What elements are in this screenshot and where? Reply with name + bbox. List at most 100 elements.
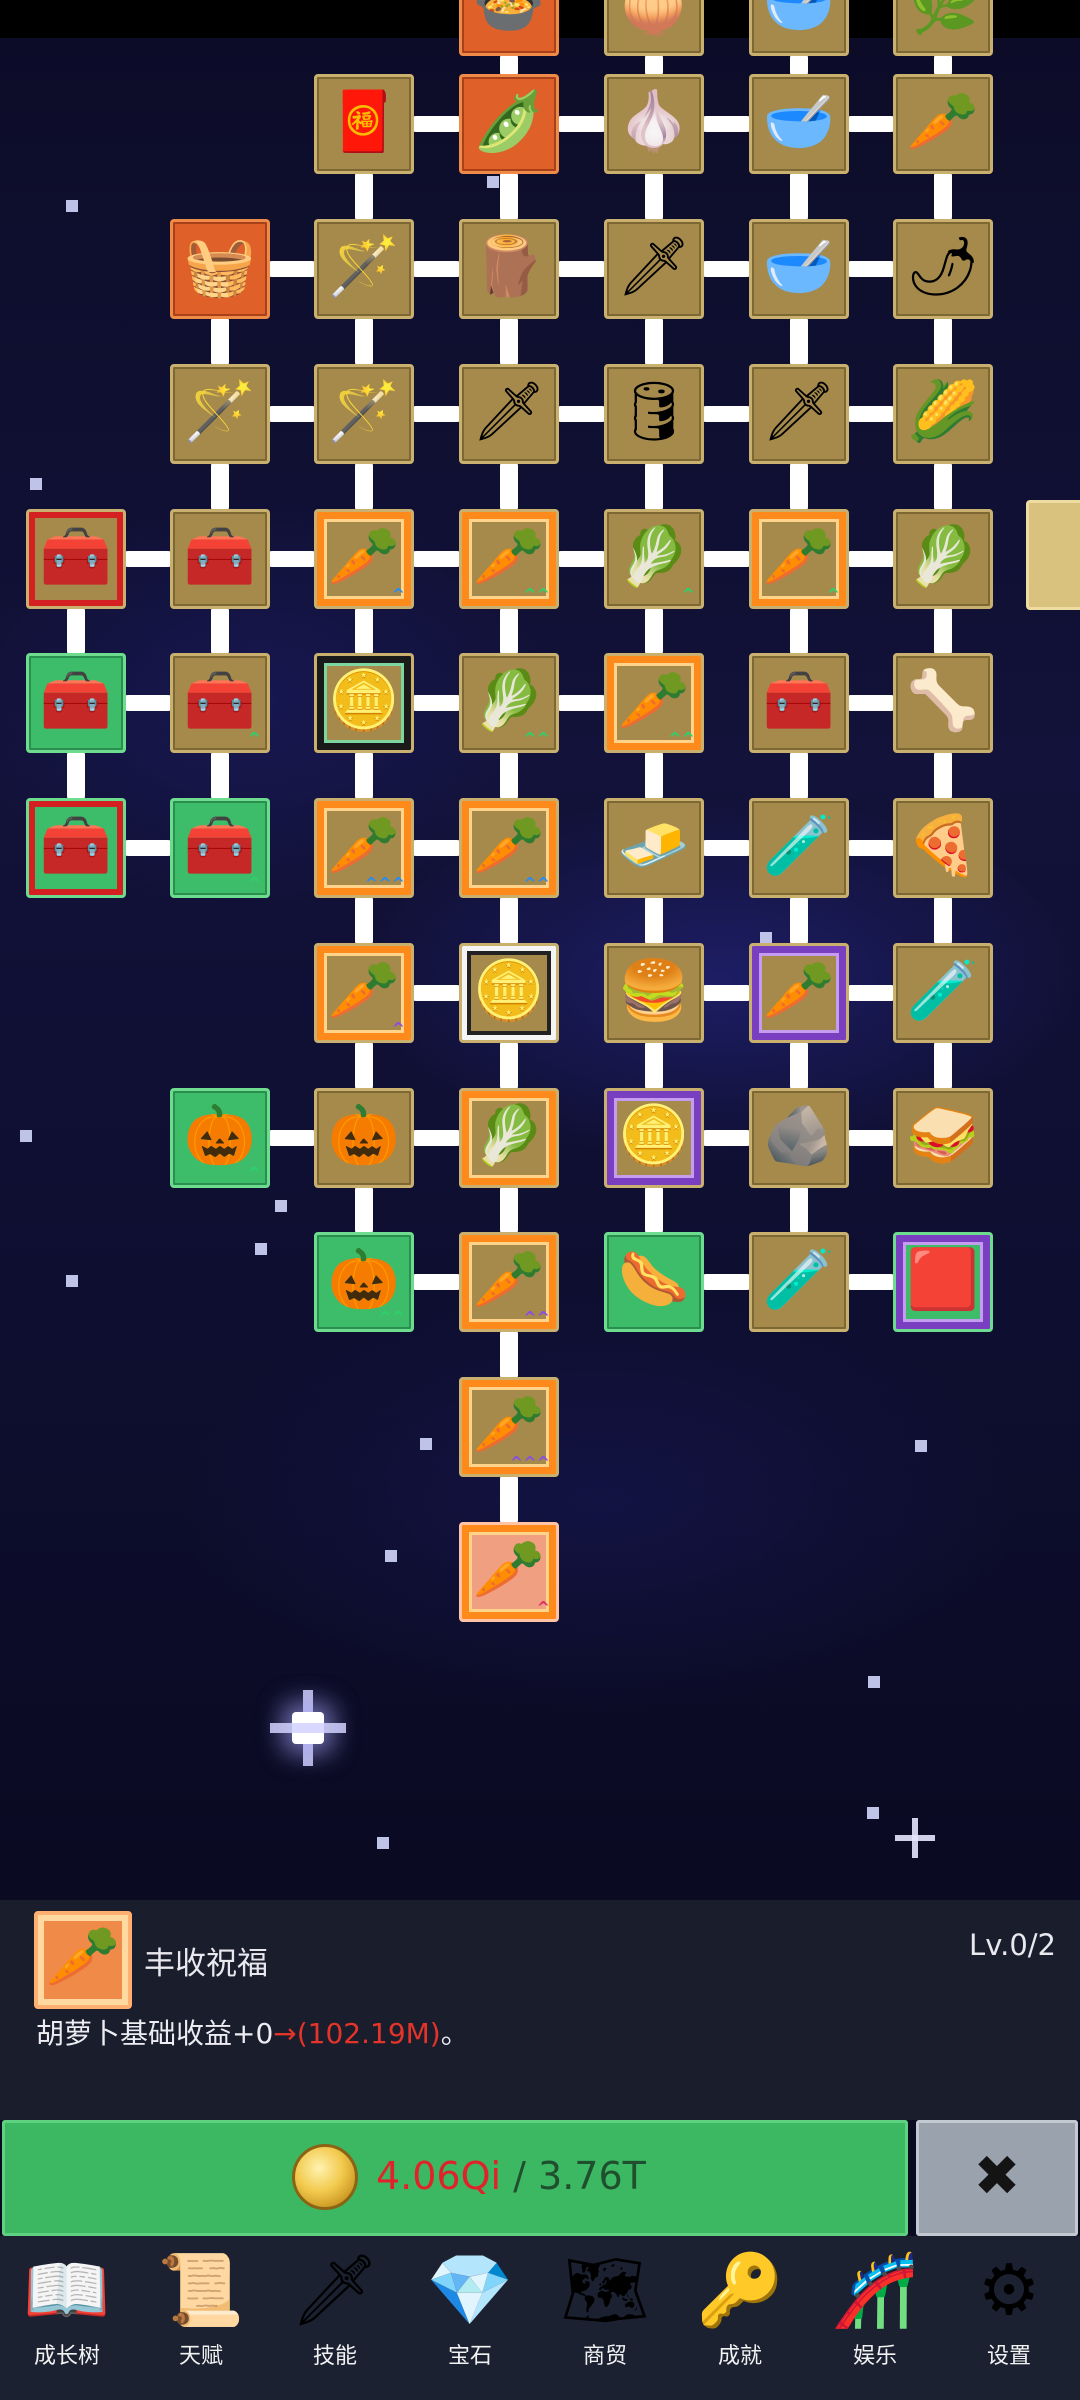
tier-chevrons: ^: [826, 585, 840, 604]
skill-level: Lv.0/2: [969, 1928, 1056, 1962]
tree-node[interactable]: 🧰: [26, 509, 126, 609]
tree-link: [211, 605, 229, 657]
tree-node[interactable]: 🥕 ^: [459, 1522, 559, 1622]
tree-node[interactable]: 🥕 ^: [314, 509, 414, 609]
tree-node[interactable]: 🧈: [604, 798, 704, 898]
nav-item-talent[interactable]: 📜 天赋: [136, 2246, 266, 2396]
nav-item-trade[interactable]: 🗺 商贸: [540, 2246, 670, 2396]
tree-link: [645, 1039, 663, 1092]
tree-node[interactable]: 🥕 ^^^: [314, 798, 414, 898]
tree-node[interactable]: 🧺: [170, 219, 270, 319]
tree-node[interactable]: 🪙: [604, 1088, 704, 1188]
tree-node[interactable]: 🌿: [893, 0, 993, 56]
tree-node[interactable]: 🥕 ^^: [459, 509, 559, 609]
tree-link: [845, 116, 897, 132]
tree-link: [500, 749, 518, 802]
tree-node[interactable]: 🌽: [893, 364, 993, 464]
tree-node[interactable]: 🧪: [749, 798, 849, 898]
tree-node[interactable]: 🥬: [459, 1088, 559, 1188]
tree-node[interactable]: 🧅: [604, 0, 704, 56]
crate-carrots-icon: 🧧: [327, 87, 401, 156]
nav-item-growth[interactable]: 📖 成长树: [2, 2246, 132, 2396]
tree-node[interactable]: 🍔: [604, 943, 704, 1043]
tree-node[interactable]: 🌭: [604, 1232, 704, 1332]
tree-link: [845, 985, 897, 1001]
tree-node[interactable]: 🧄: [604, 74, 704, 174]
tree-node[interactable]: 🥕 ^^: [459, 1232, 559, 1332]
tree-node[interactable]: 🥣: [749, 0, 849, 56]
tree-node[interactable]: 🧪: [893, 943, 993, 1043]
tree-node[interactable]: 🪄: [314, 364, 414, 464]
tree-node[interactable]: 🥬: [893, 509, 993, 609]
chili-icon: 🌶: [906, 232, 980, 301]
carrot-icon: 🥕: [472, 1245, 546, 1314]
tree-link: [555, 406, 608, 422]
tree-node[interactable]: 🧰: [170, 509, 270, 609]
carrot-icon: 🥕: [472, 1535, 546, 1604]
tree-node[interactable]: 🥕 ^: [314, 943, 414, 1043]
tree-node[interactable]: 🗡: [604, 219, 704, 319]
nav-item-fun[interactable]: 🎢 娱乐: [810, 2246, 940, 2396]
tree-node[interactable]: 🪨: [749, 1088, 849, 1188]
tree-node[interactable]: 🥕 ^: [749, 509, 849, 609]
tree-link: [934, 170, 952, 223]
tree-node[interactable]: 🪙: [459, 943, 559, 1043]
tree-node[interactable]: 🎃 ^^: [314, 1232, 414, 1332]
tree-node[interactable]: 🥣: [749, 219, 849, 319]
tree-node[interactable]: 🌶: [893, 219, 993, 319]
tree-node[interactable]: 🧰: [26, 798, 126, 898]
tree-node[interactable]: 🗡: [459, 364, 559, 464]
tree-node[interactable]: 🥬 ^^: [459, 653, 559, 753]
tree-link: [555, 695, 608, 711]
close-button[interactable]: ✖: [916, 2120, 1078, 2236]
tree-node[interactable]: 🥕: [749, 943, 849, 1043]
tree-node[interactable]: 🦴: [893, 653, 993, 753]
tree-link: [67, 749, 85, 802]
tree-node[interactable]: 🫛: [459, 74, 559, 174]
tree-node[interactable]: 🥕 ^^: [459, 798, 559, 898]
tree-node[interactable]: 🍕: [893, 798, 993, 898]
tree-node-offscreen[interactable]: [1026, 500, 1080, 610]
tree-node[interactable]: 🎃: [314, 1088, 414, 1188]
tree-node[interactable]: 🧰 ^: [170, 798, 270, 898]
nav-item-skill[interactable]: 🗡 技能: [270, 2246, 400, 2396]
tree-node[interactable]: 🗡: [749, 364, 849, 464]
tree-node[interactable]: 🥕 ^^^: [459, 1377, 559, 1477]
tree-node[interactable]: 🪄: [314, 219, 414, 319]
skill-description: 胡萝卜基础收益+0→(102.19M)。: [36, 2012, 469, 2052]
tree-node[interactable]: 🧪: [749, 1232, 849, 1332]
tree-link: [500, 1039, 518, 1092]
nav-item-settings[interactable]: ⚙ 设置: [944, 2246, 1074, 2396]
carrot-icon: 🥕: [472, 1390, 546, 1459]
tree-node[interactable]: 🪵: [459, 219, 559, 319]
tree-node[interactable]: 🥬 ^: [604, 509, 704, 609]
tree-node[interactable]: 🧰: [749, 653, 849, 753]
cabbage-icon: 🥬: [617, 522, 691, 591]
corn-icon: 🌽: [906, 377, 980, 446]
tree-link: [410, 1130, 463, 1146]
garlic-icon: 🧄: [617, 87, 691, 156]
tree-link: [645, 605, 663, 657]
tree-node[interactable]: 🥕 ^^: [604, 653, 704, 753]
tree-node[interactable]: 🥪: [893, 1088, 993, 1188]
tree-node[interactable]: 🟥: [893, 1232, 993, 1332]
star: [66, 200, 78, 212]
tree-node[interactable]: 🥕: [893, 74, 993, 174]
tree-node[interactable]: 🧧: [314, 74, 414, 174]
tree-node[interactable]: 🧰 ^: [170, 653, 270, 753]
tree-node[interactable]: 🥣: [749, 74, 849, 174]
radish-icon: 🥕: [906, 87, 980, 156]
tree-node[interactable]: 🎃 ^: [170, 1088, 270, 1188]
map-icon: 🗺: [560, 2249, 650, 2331]
carrot-icon: 🥕: [472, 811, 546, 880]
tree-node[interactable]: 🛢: [604, 364, 704, 464]
burger-icon: 🍔: [617, 956, 691, 1025]
tree-node[interactable]: 🍲: [459, 0, 559, 56]
nav-item-achieve[interactable]: 🔑 成就: [675, 2246, 805, 2396]
skill-tree-canvas[interactable]: 🍲 🧅 🥣 🌿 🧧 🫛 🧄 🥣 🥕 🧺 🪄 🪵 🗡 🥣 🌶 🪄 🪄 🗡 🛢 🗡 🌽 🧰 🧰 🥕 ^ 🥕 ^^ 🥬 ^ 🥕 ^ 🥬 🧰 🧰 ^ 🪙 🥬 ^^…: [0, 0, 1080, 1900]
tree-node[interactable]: 🧰: [26, 653, 126, 753]
tier-chevrons: ^^: [523, 874, 550, 893]
tree-node[interactable]: 🪙: [314, 653, 414, 753]
tree-node[interactable]: 🪄: [170, 364, 270, 464]
nav-item-gem[interactable]: 💎 宝石: [405, 2246, 535, 2396]
